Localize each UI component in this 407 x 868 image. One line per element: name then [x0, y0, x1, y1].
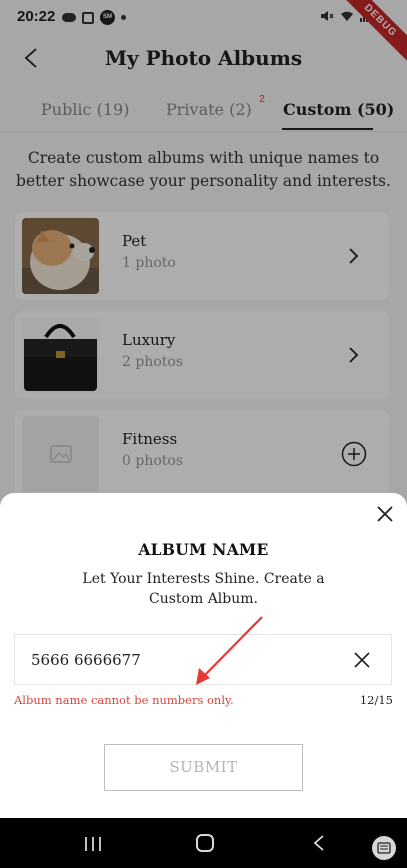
character-counter: 12/15	[359, 693, 393, 707]
input-error-message: Album name cannot be numbers only.	[14, 693, 234, 707]
close-icon[interactable]	[376, 505, 394, 523]
accessibility-icon[interactable]	[372, 836, 396, 860]
album-name-input[interactable]	[31, 649, 331, 671]
keyboard-icon	[377, 842, 391, 854]
sheet-subtitle: Let Your Interests Shine. Create a Custo…	[82, 571, 325, 607]
submit-button[interactable]: SUBMIT	[104, 744, 303, 791]
album-name-sheet: ALBUM NAME Let Your Interests Shine. Cre…	[0, 493, 407, 818]
system-nav-bar	[0, 818, 407, 868]
sheet-title: ALBUM NAME	[138, 540, 269, 559]
nav-back-icon[interactable]	[312, 834, 326, 852]
clear-input-icon[interactable]	[354, 652, 370, 668]
home-icon[interactable]	[196, 834, 214, 852]
album-name-input-box	[14, 634, 392, 685]
recents-icon[interactable]	[83, 836, 103, 852]
